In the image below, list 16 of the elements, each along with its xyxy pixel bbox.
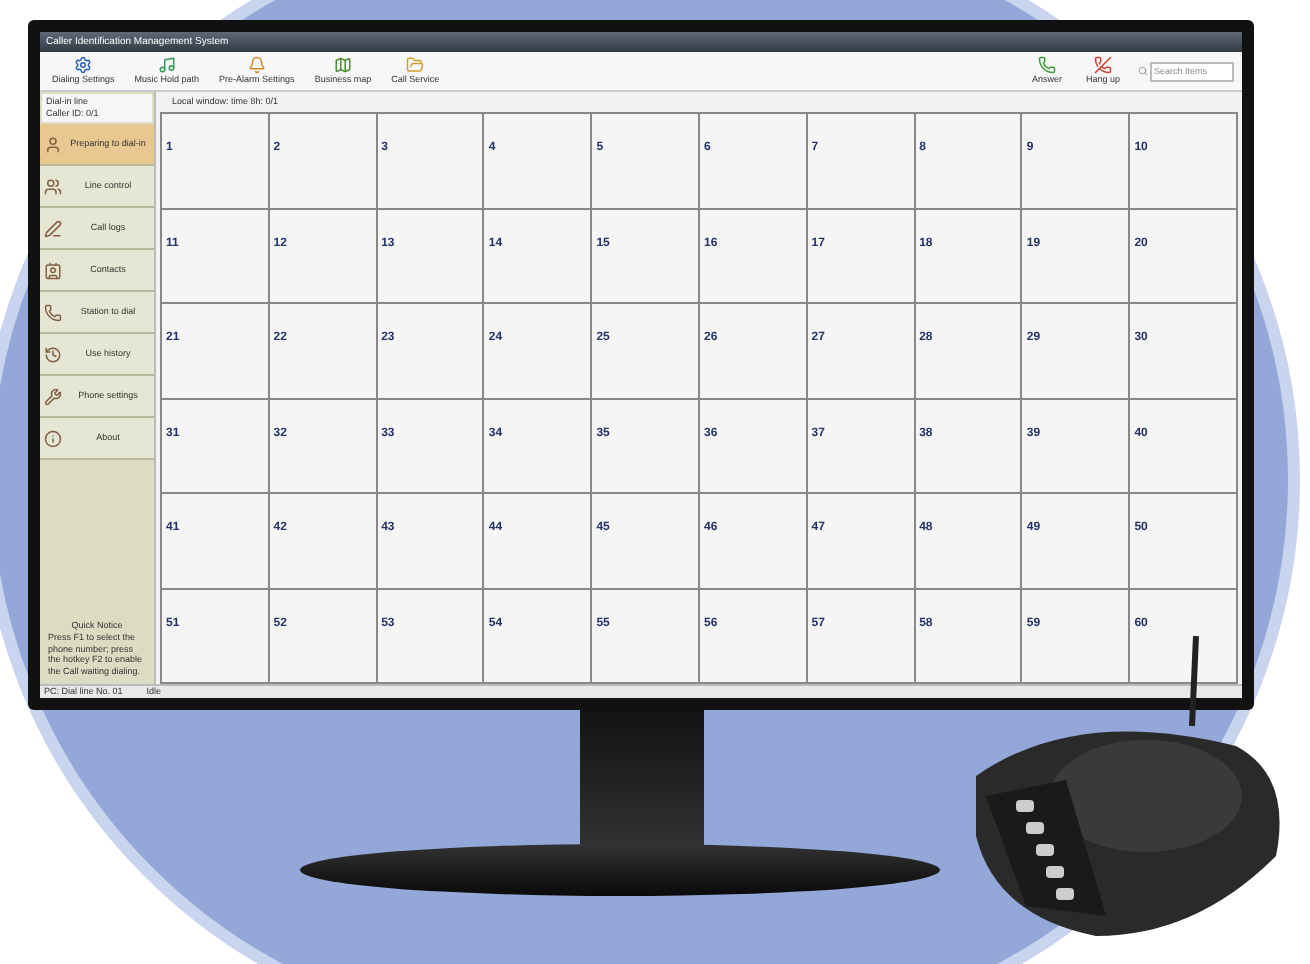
sidebar-icon [44,429,62,447]
phone-icon [1037,56,1056,75]
sidebar-icon [44,135,62,153]
search-icon [1138,66,1148,76]
sidebar-icon [44,177,62,195]
toolbar-icon [406,56,425,75]
phone-off-icon [1093,56,1112,75]
sidebar-icon [44,387,62,405]
sidebar-icon [44,219,62,237]
sidebar-icon [44,345,62,363]
toolbar-icon [333,56,352,75]
toolbar-icon [247,56,266,75]
toolbar-icon [74,56,93,75]
toolbar-icon [157,56,176,75]
sidebar-icon [44,261,62,279]
sidebar-icon [44,303,62,321]
